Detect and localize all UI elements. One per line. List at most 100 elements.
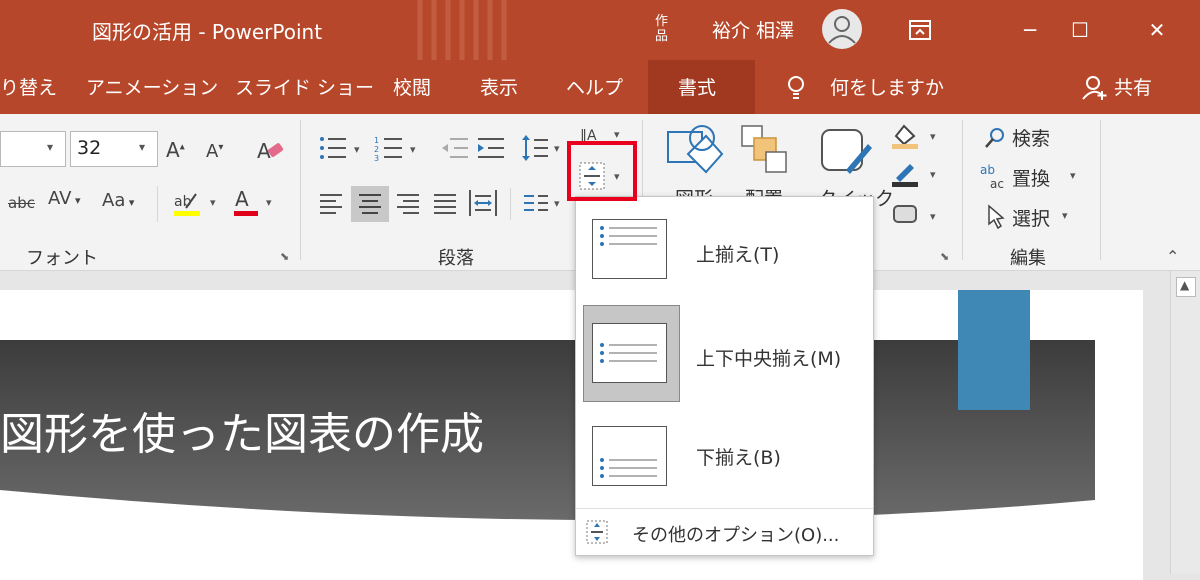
tab-format[interactable]: 書式 [648,60,755,114]
shape-outline-icon[interactable]: ▾ [890,158,946,188]
svg-text:▾: ▾ [210,196,216,209]
minimize-button[interactable]: ─ [1008,8,1052,52]
svg-text:▾: ▾ [930,130,936,143]
bullets-icon[interactable]: ▾ [318,134,368,164]
align-top-icon [600,226,657,246]
distributed-icon[interactable] [468,188,500,218]
title-background-pattern [417,0,507,60]
text-box-options-icon [586,520,608,544]
title-bar: 図形の活用 - PowerPoint 作品 裕介 相澤 ─ ☐ ✕ [0,0,1200,60]
shape-effects-icon[interactable]: ▾ [890,200,946,228]
chevron-down-icon: ▾ [1070,169,1076,182]
paragraph-group-label: 段落 [438,248,474,269]
replace-button[interactable]: 置換 [1012,164,1050,191]
shape-fill-icon[interactable]: ▾ [890,120,946,150]
menu-item-align-bottom[interactable]: 下揃え(B) [576,405,873,507]
align-middle-icon [600,343,657,363]
decrease-font-size-icon[interactable]: A▾ [206,141,223,162]
scroll-up-button[interactable]: ▲ [1176,277,1196,297]
blue-rectangle-shape[interactable] [958,290,1030,410]
chevron-up-icon: ▲ [1180,278,1190,292]
window-title: 図形の活用 - PowerPoint [92,20,323,44]
dialog-launcher-icon[interactable]: ⬊ [940,250,949,263]
increase-indent-icon[interactable] [476,134,506,164]
justify-icon[interactable] [432,190,460,216]
tab-animations[interactable]: アニメーション [86,73,218,100]
tell-me-search[interactable]: 何をしますか [830,73,944,100]
svg-text:ab: ab [174,194,192,210]
user-initial-icon: 作品 [655,14,669,44]
line-spacing-icon[interactable]: ▾ [520,132,564,164]
collapse-ribbon-icon[interactable]: ⌃ [1166,247,1179,266]
strikethrough-icon[interactable]: abc [8,194,35,212]
align-right-icon[interactable] [395,190,423,216]
quick-styles-icon[interactable] [818,124,876,180]
font-color-icon[interactable]: A ▾ [232,186,282,220]
find-button[interactable]: 検索 [1012,124,1050,151]
user-avatar-icon [828,16,856,44]
arrange-icon[interactable] [740,124,790,176]
svg-text:▾: ▾ [410,143,416,156]
svg-text:ac: ac [990,177,1004,191]
decrease-indent-icon[interactable] [440,134,470,164]
font-size-combo[interactable]: 32 ▾ [70,131,158,167]
svg-text:▾: ▾ [554,142,560,155]
menu-item-label: 上揃え(T) [696,244,780,266]
columns-icon[interactable]: ▾ [522,190,566,216]
user-name[interactable]: 裕介 相澤 [712,16,794,43]
vertical-scrollbar[interactable]: ▲ [1170,271,1200,574]
svg-text:▾: ▾ [266,196,272,209]
highlight-color-icon[interactable]: ab ▾ [172,186,226,220]
tab-slideshow[interactable]: スライド ショー [235,73,374,100]
character-spacing-icon[interactable]: AV ▾ [48,188,81,209]
align-center-icon [359,194,381,214]
font-size-value: 32 [77,137,102,159]
ribbon-display-options-icon [909,20,931,40]
menu-item-more-options[interactable]: その他のオプション(O)... [576,508,873,555]
chevron-down-icon: ▾ [139,140,146,154]
align-bottom-icon [600,458,657,478]
font-group-label: フォント [26,248,98,269]
svg-text:1: 1 [374,136,379,145]
highlight-annotation-box [567,141,637,201]
ribbon-display-options-button[interactable] [898,8,942,52]
avatar[interactable] [822,9,862,49]
svg-text:▾: ▾ [554,197,560,210]
shapes-icon[interactable] [662,122,726,184]
tab-help[interactable]: ヘルプ [566,73,623,100]
ribbon-tab-bar: り替え アニメーション スライド ショー 校閲 表示 ヘルプ 書式 何をしますか… [0,60,1200,114]
maximize-button[interactable]: ☐ [1058,8,1102,52]
change-case-icon[interactable]: Aa ▾ [102,190,134,211]
replace-icon: ab ac [980,163,1004,191]
close-button[interactable]: ✕ [1135,8,1179,52]
svg-text:2: 2 [374,145,379,154]
dialog-launcher-icon[interactable]: ⬊ [280,250,289,263]
share-button[interactable]: 共有 [1114,73,1152,100]
slide-title[interactable]: 図形を使った図表の作成 [0,398,484,462]
tab-transitions[interactable]: り替え [0,73,57,100]
tab-review[interactable]: 校閲 [393,73,431,100]
lightbulb-icon [788,76,804,99]
align-left-icon[interactable] [318,190,346,216]
more-options-label: その他のオプション(O)... [632,525,840,546]
share-person-icon [1082,76,1107,100]
menu-item-align-middle[interactable]: 上下中央揃え(M) [576,305,873,407]
search-icon [985,128,1004,148]
tab-view[interactable]: 表示 [480,73,518,100]
align-center-button[interactable] [351,186,389,222]
numbering-icon[interactable]: 123 ▾ [374,134,424,164]
chevron-down-icon: ▾ [47,140,54,154]
svg-text:▾: ▾ [614,128,620,141]
editing-group-label: 編集 [1010,248,1046,269]
chevron-down-icon: ▾ [1062,209,1068,222]
svg-text:▾: ▾ [354,143,360,156]
menu-item-label: 上下中央揃え(M) [696,348,842,370]
menu-item-align-top[interactable]: 上揃え(T) [576,197,873,299]
align-middle-thumbnail [592,323,667,383]
font-name-combo[interactable]: ▾ [0,131,66,167]
select-button[interactable]: 選択 [1012,204,1050,231]
align-text-dropdown-menu: 上揃え(T) 上下中央揃え(M) 下揃え(B) その他のオプション(O)... [575,196,874,556]
menu-item-label: 下揃え(B) [696,447,781,469]
increase-font-size-icon[interactable]: A▴ [166,138,185,162]
clear-formatting-icon[interactable]: A [255,136,285,164]
